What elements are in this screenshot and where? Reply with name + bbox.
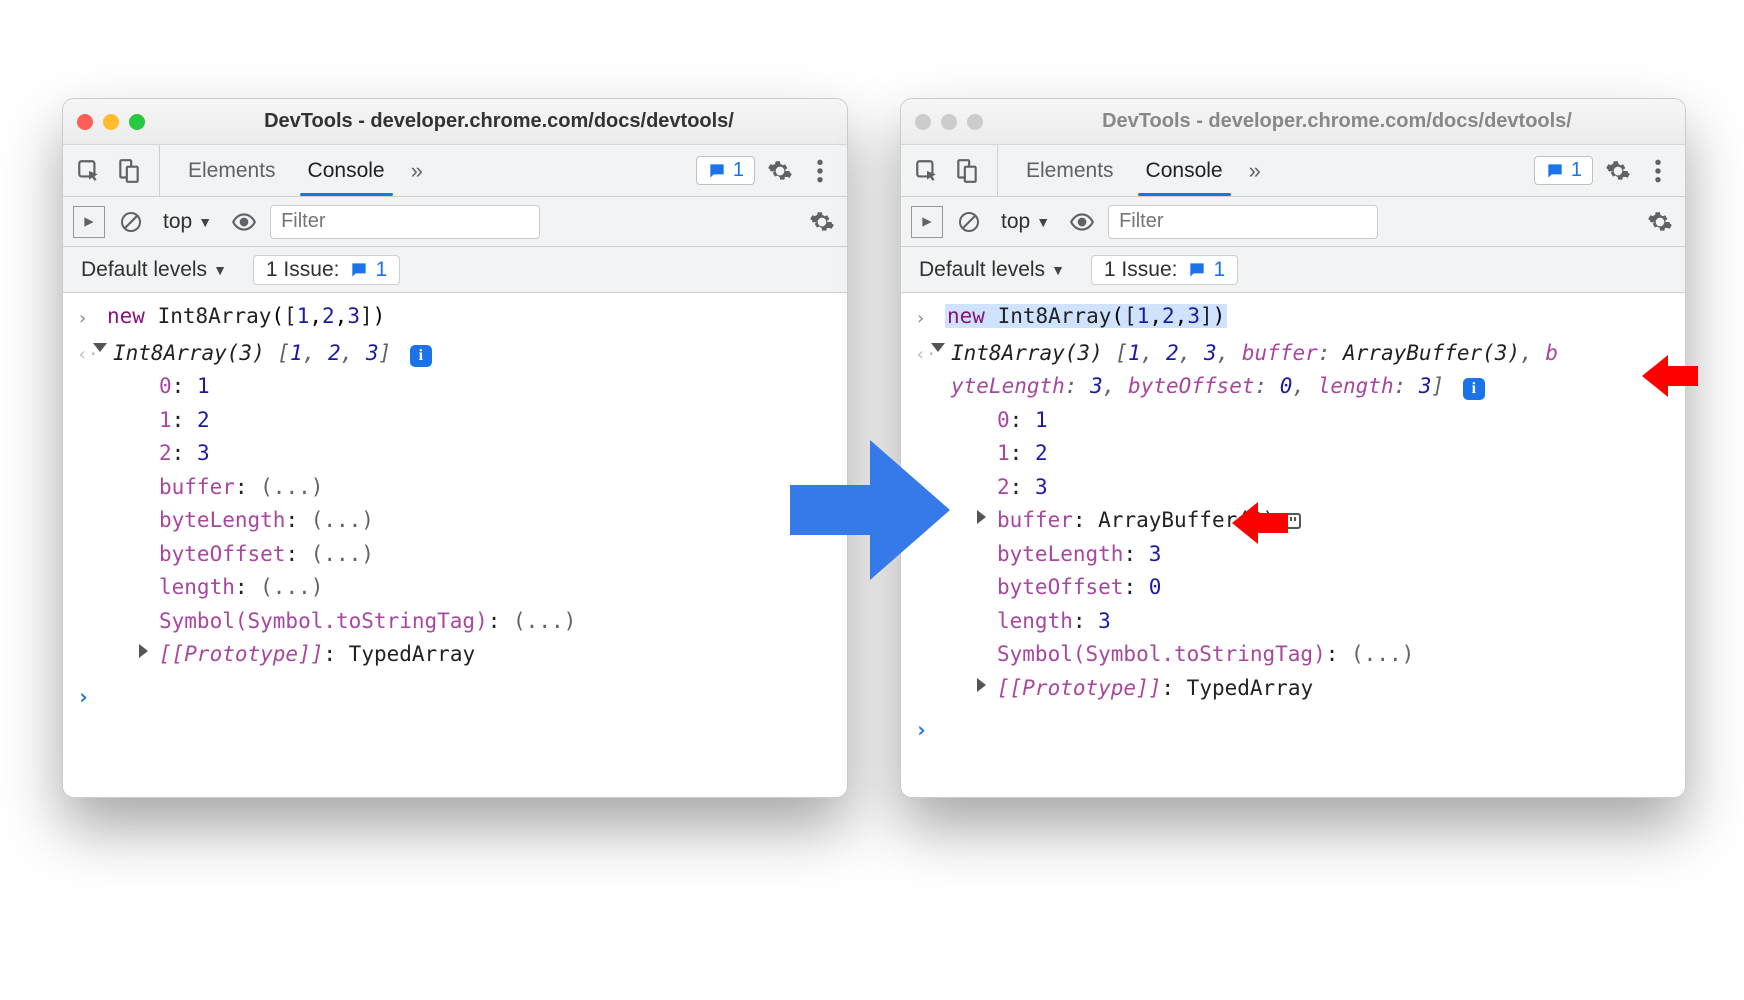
issues-label: 1 Issue: — [266, 258, 340, 282]
chevron-down-icon: ▼ — [213, 262, 227, 278]
levels-bar: Default levels ▼ 1 Issue: 1 — [63, 247, 847, 293]
object-tree: 0: 1 1: 2 2: 3 buffer: (...) byteLength:… — [107, 370, 835, 672]
info-badge-icon[interactable]: i — [410, 345, 432, 367]
console-input-line: › new Int8Array([1,2,3]) — [63, 299, 847, 335]
console-output-line[interactable]: ‹· Int8Array(3) [1, 2, 3, buffer: ArrayB… — [901, 335, 1685, 708]
context-label: top — [163, 210, 192, 234]
chevron-down-icon: ▼ — [1051, 262, 1065, 278]
minimize-icon[interactable] — [103, 114, 119, 130]
tab-console[interactable]: Console — [1130, 145, 1239, 196]
annotation-arrow-icon — [1232, 502, 1288, 544]
console-settings-gear-icon[interactable] — [1645, 209, 1675, 235]
context-selector[interactable]: top ▼ — [157, 210, 218, 234]
issues-pill[interactable]: 1 Issue: 1 — [1091, 255, 1238, 285]
issues-badge[interactable]: 1 — [696, 156, 755, 185]
context-selector[interactable]: top ▼ — [995, 210, 1056, 234]
issues-badge-count: 1 — [733, 159, 744, 182]
window-title: DevTools - developer.chrome.com/docs/dev… — [1003, 110, 1671, 133]
filter-input[interactable] — [1108, 205, 1378, 239]
issues-pill[interactable]: 1 Issue: 1 — [253, 255, 400, 285]
expand-caret-icon[interactable] — [139, 644, 148, 658]
live-expression-icon[interactable] — [1066, 206, 1098, 238]
issues-count: 1 — [1213, 258, 1225, 282]
input-caret-icon: › — [915, 305, 926, 332]
info-badge-icon[interactable]: i — [1463, 378, 1485, 400]
more-menu-icon[interactable] — [805, 158, 835, 184]
inspect-icon[interactable] — [909, 153, 945, 189]
default-levels-label: Default levels — [919, 258, 1045, 282]
console-input-line: › new Int8Array([1,2,3]) — [901, 299, 1685, 335]
live-expression-icon[interactable] — [228, 206, 260, 238]
issues-count: 1 — [375, 258, 387, 282]
console-subbar: top ▼ — [901, 197, 1685, 247]
close-icon[interactable] — [915, 114, 931, 130]
console-output-line[interactable]: ‹· Int8Array(3) [1, 2, 3] i 0: 1 1: 2 2:… — [63, 335, 847, 674]
input-caret-icon: › — [77, 305, 88, 332]
levels-bar: Default levels ▼ 1 Issue: 1 — [901, 247, 1685, 293]
console-output[interactable]: › new Int8Array([1,2,3]) ‹· Int8Array(3)… — [63, 293, 847, 797]
titlebar[interactable]: DevTools - developer.chrome.com/docs/dev… — [901, 99, 1685, 145]
toggle-sidebar-icon[interactable] — [73, 206, 105, 238]
expand-caret-icon[interactable] — [977, 510, 986, 524]
context-label: top — [1001, 210, 1030, 234]
object-tree: 0: 1 1: 2 2: 3 buffer: ArrayBuffer(3) by… — [945, 404, 1673, 706]
comparison-arrow-icon — [790, 440, 950, 580]
console-output[interactable]: › new Int8Array([1,2,3]) ‹· Int8Array(3)… — [901, 293, 1685, 797]
issues-badge-count: 1 — [1571, 159, 1582, 182]
default-levels-selector[interactable]: Default levels ▼ — [913, 258, 1071, 282]
device-toggle-icon[interactable] — [949, 153, 985, 189]
toggle-sidebar-icon[interactable] — [911, 206, 943, 238]
zoom-icon[interactable] — [129, 114, 145, 130]
traffic-lights[interactable] — [915, 114, 983, 130]
close-icon[interactable] — [77, 114, 93, 130]
inspect-icon[interactable] — [71, 153, 107, 189]
clear-console-icon[interactable] — [953, 206, 985, 238]
zoom-icon[interactable] — [967, 114, 983, 130]
expand-caret-icon[interactable] — [93, 343, 107, 352]
tabs-overflow[interactable]: » — [1239, 145, 1271, 196]
annotation-arrow-icon — [1642, 355, 1698, 397]
tabbar: Elements Console » 1 — [63, 145, 847, 197]
issues-badge[interactable]: 1 — [1534, 156, 1593, 185]
clear-console-icon[interactable] — [115, 206, 147, 238]
tab-console[interactable]: Console — [292, 145, 401, 196]
window-title: DevTools - developer.chrome.com/docs/dev… — [165, 110, 833, 133]
expand-caret-icon[interactable] — [931, 343, 945, 352]
settings-gear-icon[interactable] — [1603, 158, 1633, 184]
issues-label: 1 Issue: — [1104, 258, 1178, 282]
console-prompt[interactable]: › — [63, 674, 847, 722]
tab-elements[interactable]: Elements — [172, 145, 292, 196]
minimize-icon[interactable] — [941, 114, 957, 130]
filter-input[interactable] — [270, 205, 540, 239]
chevron-down-icon: ▼ — [1036, 214, 1050, 230]
devtools-window-right: DevTools - developer.chrome.com/docs/dev… — [900, 98, 1686, 798]
console-settings-gear-icon[interactable] — [807, 209, 837, 235]
titlebar[interactable]: DevTools - developer.chrome.com/docs/dev… — [63, 99, 847, 145]
expand-caret-icon[interactable] — [977, 678, 986, 692]
tabbar: Elements Console » 1 — [901, 145, 1685, 197]
traffic-lights[interactable] — [77, 114, 145, 130]
chevron-down-icon: ▼ — [198, 214, 212, 230]
console-subbar: top ▼ — [63, 197, 847, 247]
more-menu-icon[interactable] — [1643, 158, 1673, 184]
tab-elements[interactable]: Elements — [1010, 145, 1130, 196]
default-levels-label: Default levels — [81, 258, 207, 282]
console-prompt[interactable]: › — [901, 707, 1685, 755]
device-toggle-icon[interactable] — [111, 153, 147, 189]
default-levels-selector[interactable]: Default levels ▼ — [75, 258, 233, 282]
settings-gear-icon[interactable] — [765, 158, 795, 184]
tabs-overflow[interactable]: » — [401, 145, 433, 196]
devtools-window-left: DevTools - developer.chrome.com/docs/dev… — [62, 98, 848, 798]
